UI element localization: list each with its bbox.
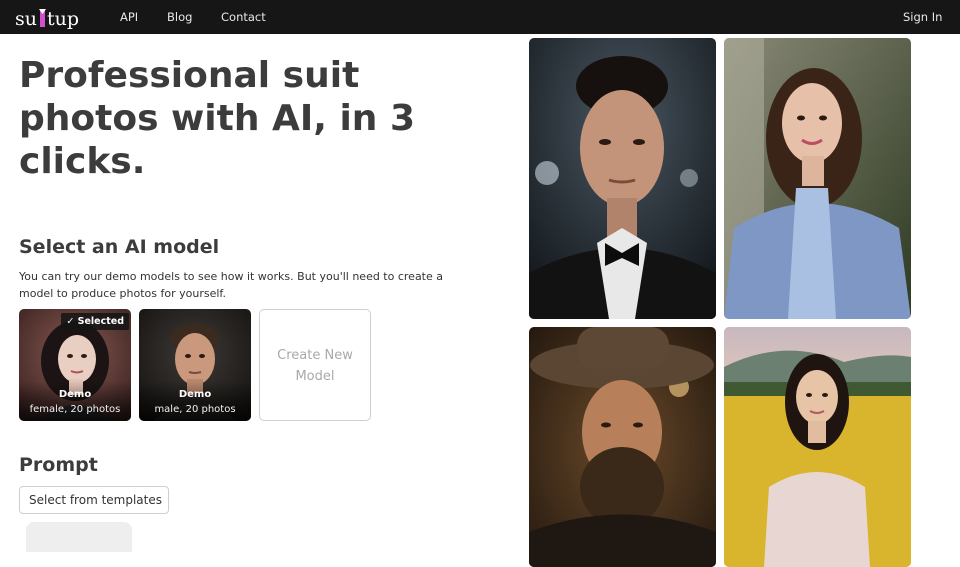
model-description: You can try our demo models to see how i… [19, 270, 444, 300]
card-overlay [19, 381, 131, 421]
nav-link-blog[interactable]: Blog [167, 10, 192, 24]
model-detail: female, 20 photos [29, 404, 121, 415]
selected-badge: ✓ Selected [61, 313, 129, 330]
svg-text:tup: tup [47, 8, 79, 30]
create-new-model-button[interactable]: Create New Model [259, 309, 371, 421]
demo-model-male-card[interactable]: Demo male, 20 photos [139, 309, 251, 421]
prompt-input-area[interactable] [26, 522, 132, 552]
nav-link-api[interactable]: API [120, 10, 138, 24]
model-name: Demo [178, 389, 212, 400]
select-template-button[interactable]: Select from templates [19, 486, 169, 514]
prompt-heading: Prompt [19, 454, 98, 476]
model-detail: male, 20 photos [154, 404, 236, 415]
svg-text:su: su [15, 8, 37, 30]
gallery-photo-blazer-woman [724, 38, 911, 319]
gallery-photo-cowboy-man [529, 327, 716, 567]
card-overlay [139, 381, 251, 421]
top-navbar: su tup API Blog Contact Sign In [0, 0, 960, 34]
suitup-logo[interactable]: su tup [15, 5, 85, 31]
create-model-label: Create New Model [277, 348, 353, 384]
gallery-photo-tuxedo-man [529, 38, 716, 319]
demo-model-female-card[interactable]: ✓ Selected Demo female, 20 photos [19, 309, 131, 421]
model-name: Demo [58, 389, 92, 400]
select-model-heading: Select an AI model [19, 236, 220, 258]
nav-link-contact[interactable]: Contact [221, 10, 266, 24]
gallery-photo-flower-field-woman [724, 327, 911, 567]
sign-in-link[interactable]: Sign In [903, 10, 942, 24]
hero-title: Professional suit photos with AI, in 3 c… [19, 55, 416, 182]
